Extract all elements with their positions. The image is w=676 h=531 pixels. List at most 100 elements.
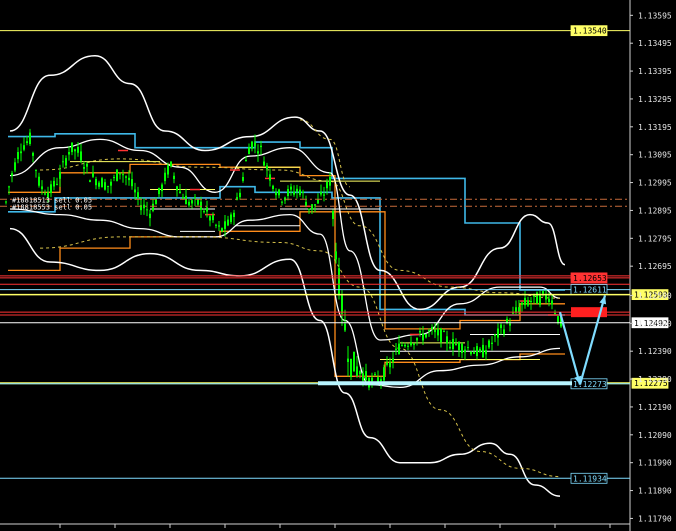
candle-body — [137, 192, 139, 199]
candle-body — [251, 141, 253, 149]
candle-body — [425, 334, 427, 338]
y-tick-label: 1.13595 — [638, 11, 672, 20]
candle-body — [413, 343, 415, 345]
candle-body — [116, 169, 118, 181]
candle-body — [17, 152, 19, 160]
candle-body — [149, 213, 151, 219]
candle-body — [74, 149, 76, 152]
candle-body — [239, 192, 241, 198]
candle-body — [332, 211, 334, 219]
y-tick-label: 1.12590 — [638, 291, 672, 300]
candle-body — [455, 344, 457, 345]
candle-body — [293, 191, 295, 195]
candle-body — [224, 221, 226, 229]
candle-body — [326, 181, 328, 189]
candle-body — [350, 358, 352, 377]
candle-body — [5, 201, 7, 203]
candle-body — [530, 300, 532, 302]
candle-body — [212, 215, 214, 221]
y-tick-label: 1.12390 — [638, 347, 672, 356]
candle-body — [269, 174, 271, 181]
candle-body — [527, 300, 529, 306]
candle-body — [50, 184, 52, 194]
candle-body — [419, 330, 421, 333]
candle-body — [230, 214, 232, 223]
candle-body — [122, 174, 124, 176]
candle-body — [119, 172, 121, 175]
candle-body — [203, 211, 205, 213]
candle-body — [233, 212, 235, 217]
candle-body — [467, 347, 469, 349]
candle-body — [353, 351, 355, 372]
candle-body — [434, 329, 436, 333]
candle-body — [542, 291, 544, 294]
candle-body — [107, 185, 109, 187]
y-tick-label: 1.12895 — [638, 206, 672, 215]
candle-body — [440, 328, 442, 343]
candle-body — [128, 177, 130, 181]
candle-body — [35, 169, 37, 171]
candle-body — [158, 187, 160, 195]
candle-body — [473, 352, 475, 354]
candle-body — [173, 175, 175, 180]
candle-body — [53, 180, 55, 187]
y-tick-label: 1.12795 — [638, 234, 672, 243]
candle-body — [20, 151, 22, 154]
candle-body — [470, 351, 472, 355]
candle-body — [26, 141, 28, 143]
candle-body — [407, 345, 409, 347]
candle-body — [62, 161, 64, 163]
candle-body — [479, 348, 481, 352]
candle-body — [23, 145, 25, 150]
candle-body — [281, 201, 283, 203]
candle-body — [323, 194, 325, 196]
candle-body — [131, 179, 133, 187]
candle-body — [110, 181, 112, 186]
candle-body — [8, 186, 10, 188]
y-tick-label: 1.12490 — [638, 319, 672, 328]
candle-body — [446, 336, 448, 344]
candle-body — [443, 331, 445, 333]
candle-body — [170, 161, 172, 167]
price-tag-label: 1.12611 — [573, 286, 607, 295]
candle-body — [410, 342, 412, 346]
price-tag-label: 1.11934 — [573, 474, 607, 483]
candle-body — [179, 191, 181, 193]
y-tick-label: 1.12995 — [638, 179, 672, 188]
candle-body — [518, 307, 520, 313]
candle-body — [29, 132, 31, 144]
candle-body — [485, 350, 487, 355]
y-tick-label: 1.13395 — [638, 67, 672, 76]
candle-body — [77, 147, 79, 153]
candle-body — [398, 343, 400, 354]
candle-body — [512, 312, 514, 314]
candle-body — [290, 186, 292, 190]
candle-body — [287, 189, 289, 196]
candle-body — [98, 182, 100, 187]
candle-body — [458, 342, 460, 351]
candle-body — [461, 343, 463, 354]
candle-body — [449, 346, 451, 349]
candle-body — [65, 158, 67, 166]
candle-body — [497, 328, 499, 338]
candle-body — [494, 334, 496, 336]
y-tick-label: 1.11890 — [638, 487, 672, 496]
candle-body — [188, 201, 190, 206]
candle-body — [176, 186, 178, 191]
price-tag-label: 1.13540 — [573, 27, 607, 36]
candle-body — [395, 348, 397, 350]
candle-body — [218, 225, 220, 227]
candle-body — [545, 294, 547, 300]
candle-body — [557, 316, 559, 323]
candle-body — [524, 297, 526, 306]
candle-body — [71, 142, 73, 153]
candle-body — [431, 327, 433, 330]
y-tick-label: 1.13295 — [638, 95, 672, 104]
price-chart[interactable]: #18818513 sell 0.05#18818553 sell 0.051.… — [0, 0, 676, 531]
candle-body — [416, 337, 418, 341]
candle-body — [392, 358, 394, 363]
candle-body — [554, 312, 556, 314]
candle-body — [491, 342, 493, 344]
candle-body — [41, 186, 43, 190]
y-tick-label: 1.13495 — [638, 39, 672, 48]
